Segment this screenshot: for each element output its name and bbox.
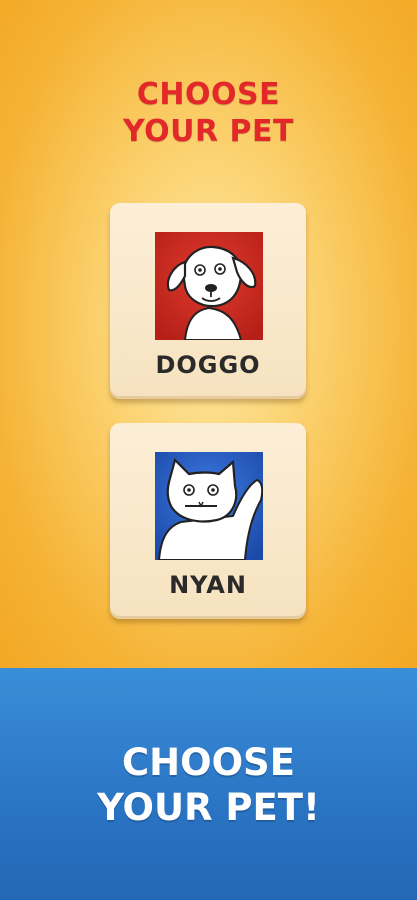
pet-card-doggo[interactable]: DOGGO	[110, 203, 306, 399]
cat-icon	[155, 452, 263, 560]
pet-card-nyan[interactable]: NYAN	[110, 423, 306, 619]
banner-text-line-1: CHOOSE	[122, 741, 295, 784]
pet-label-nyan: NYAN	[169, 571, 247, 599]
pet-label-doggo: DOGGO	[155, 351, 261, 379]
dog-icon	[155, 232, 263, 340]
banner-text-line-2: YOUR PET!	[97, 786, 320, 829]
page-title-line-2: YOUR PET	[122, 114, 294, 149]
page-title-line-1: CHOOSE	[136, 77, 281, 112]
pet-selection-screen: CHOOSE YOUR PET DOGGO NYAN	[0, 0, 417, 668]
